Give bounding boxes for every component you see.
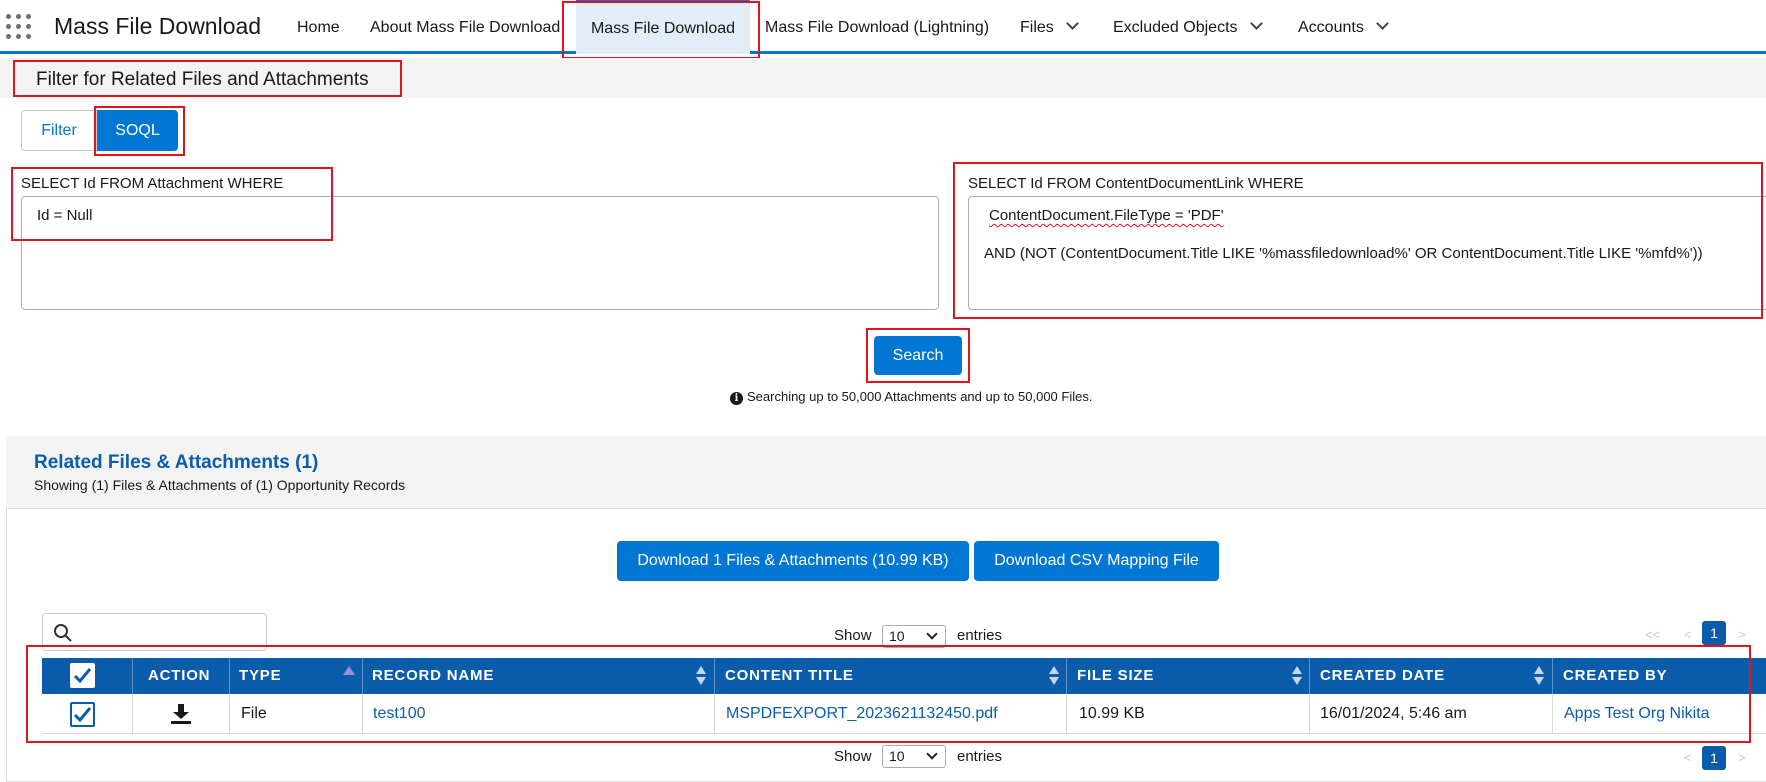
download-files-button[interactable]: Download 1 Files & Attachments (10.99 KB…: [617, 541, 969, 581]
download-csv-button[interactable]: Download CSV Mapping File: [974, 541, 1219, 581]
highlight-box: [13, 60, 402, 97]
nav-item-excluded-objects[interactable]: Excluded Objects: [1113, 0, 1263, 54]
search-info-text: Searching up to 50,000 Attachments and u…: [747, 389, 1093, 404]
show-label-bottom: Show: [834, 748, 872, 765]
app-launcher-icon[interactable]: [4, 12, 34, 42]
page-size-select-bottom[interactable]: 10: [882, 745, 946, 768]
highlight-box: [953, 162, 1763, 319]
highlight-box: [562, 1, 760, 59]
highlight-box: [94, 106, 185, 156]
show-label: Show: [834, 627, 872, 644]
app-name: Mass File Download: [54, 13, 262, 39]
page-size-value-bottom: 10: [889, 748, 905, 764]
search-info-note: i Searching up to 50,000 Attachments and …: [730, 389, 1092, 405]
results-title: Related Files & Attachments (1): [34, 452, 319, 473]
nav-item-excluded-objects-label: Excluded Objects: [1113, 19, 1238, 36]
chevron-down-icon[interactable]: [1065, 17, 1079, 30]
nav-item-about[interactable]: About Mass File Download: [370, 0, 560, 54]
chevron-down-icon: [926, 628, 938, 640]
entries-label: entries: [957, 627, 1003, 644]
page-size-value: 10: [889, 628, 905, 644]
highlight-box: [26, 645, 1751, 743]
nav-item-files[interactable]: Files: [1020, 0, 1079, 54]
pager-next[interactable]: >: [1738, 627, 1746, 642]
pager-first[interactable]: <<: [1645, 627, 1660, 642]
tab-filter[interactable]: Filter: [21, 110, 97, 151]
highlight-box: [11, 167, 333, 241]
info-icon: i: [730, 392, 743, 405]
nav-item-accounts[interactable]: Accounts: [1298, 0, 1389, 54]
pager-current-page[interactable]: 1: [1702, 621, 1726, 645]
pager-next-bottom[interactable]: >: [1738, 750, 1746, 765]
pager-prev[interactable]: <: [1684, 627, 1692, 642]
pager-current-page-bottom[interactable]: 1: [1702, 746, 1726, 770]
chevron-down-icon[interactable]: [1249, 17, 1263, 30]
nav-item-files-label: Files: [1020, 19, 1054, 36]
search-icon: [54, 624, 72, 642]
chevron-down-icon[interactable]: [1375, 17, 1389, 30]
nav-item-mass-file-download-lightning[interactable]: Mass File Download (Lightning): [765, 0, 989, 54]
nav-item-home[interactable]: Home: [297, 0, 340, 54]
nav-item-accounts-label: Accounts: [1298, 19, 1364, 36]
highlight-box: [866, 328, 970, 383]
chevron-down-icon: [926, 748, 938, 760]
results-subtitle: Showing (1) Files & Attachments of (1) O…: [34, 477, 406, 493]
pager-prev-bottom[interactable]: <: [1684, 750, 1692, 765]
entries-label-bottom: entries: [957, 748, 1003, 765]
